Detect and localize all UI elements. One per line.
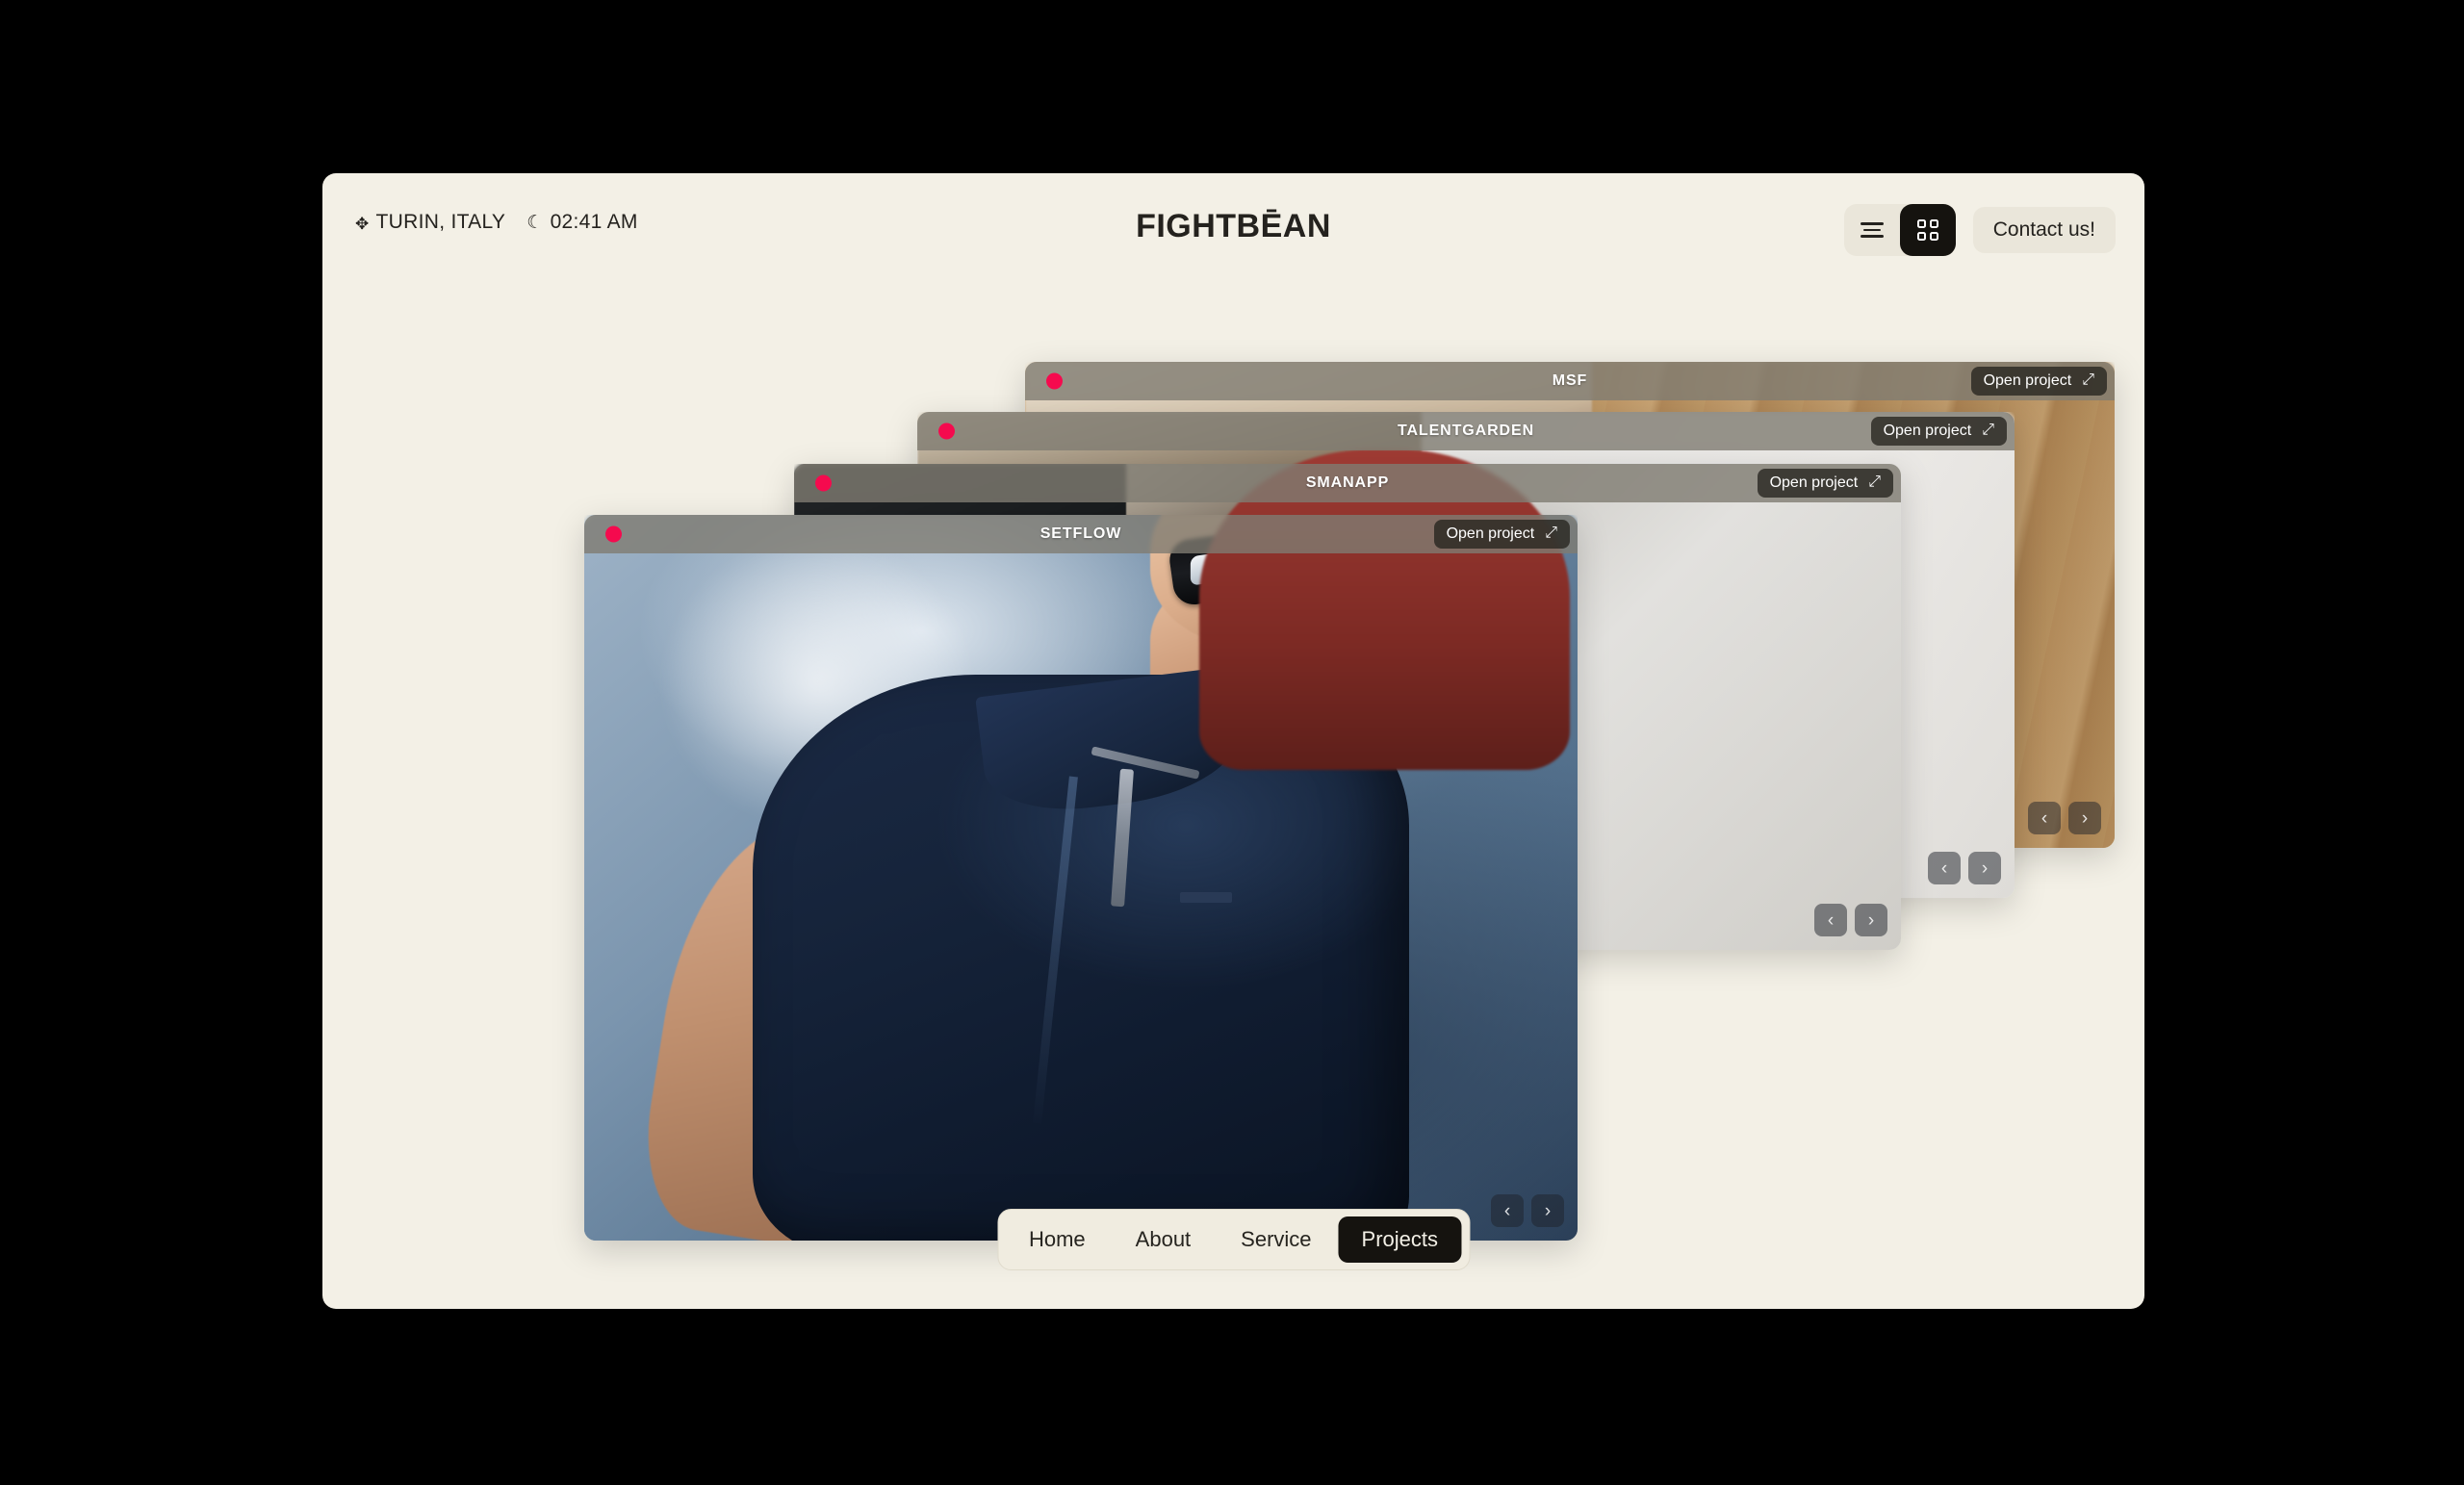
card-titlebar: MSF Open project ⤢ [1025, 362, 2115, 400]
card-titlebar: TALENTGARDEN Open project ⤢ [917, 412, 2015, 450]
card-carousel-controls: ‹ › [1814, 904, 1887, 936]
open-project-label: Open project [1983, 372, 2072, 389]
project-title: MSF [1552, 372, 1588, 389]
expand-arrow-icon: ⤢ [1868, 474, 1881, 490]
card-carousel-controls: ‹ › [2028, 802, 2101, 834]
nav-item-projects[interactable]: Projects [1338, 1216, 1462, 1263]
card-titlebar: SETFLOW Open project ⤢ [584, 515, 1578, 553]
open-project-button[interactable]: Open project ⤢ [1970, 367, 2107, 396]
project-title: SETFLOW [1040, 525, 1122, 542]
status-dot [938, 422, 955, 440]
open-project-button[interactable]: Open project ⤢ [1433, 520, 1570, 549]
status-dot [605, 525, 622, 543]
project-title: TALENTGARDEN [1397, 422, 1535, 439]
open-project-label: Open project [1446, 525, 1535, 542]
card-carousel-controls: ‹ › [1491, 1194, 1564, 1227]
carousel-prev-button[interactable]: ‹ [2028, 802, 2061, 834]
nav-item-home[interactable]: Home [1006, 1216, 1109, 1263]
project-title: SMANAPP [1305, 474, 1390, 491]
open-project-button[interactable]: Open project ⤢ [1870, 417, 2007, 446]
carousel-next-button[interactable]: › [1855, 904, 1887, 936]
carousel-prev-button[interactable]: ‹ [1928, 852, 1961, 884]
status-dot [1046, 372, 1063, 390]
shirt-brand-tag [1180, 892, 1232, 903]
project-card-deck: MSF Open project ⤢ ‹ › TALENTGARDEN Open… [322, 173, 2144, 1309]
carousel-next-button[interactable]: › [2068, 802, 2101, 834]
screen: ✥ TURIN, ITALY ☾ 02:41 AM FIGHTBĒAN Cont… [0, 0, 2464, 1485]
carousel-prev-button[interactable]: ‹ [1814, 904, 1847, 936]
carousel-next-button[interactable]: › [1531, 1194, 1564, 1227]
expand-arrow-icon: ⤢ [2082, 371, 2094, 388]
nav-item-about[interactable]: About [1113, 1216, 1215, 1263]
expand-arrow-icon: ⤢ [1545, 525, 1557, 541]
status-dot [815, 474, 832, 492]
carousel-prev-button[interactable]: ‹ [1491, 1194, 1524, 1227]
site-viewport: ✥ TURIN, ITALY ☾ 02:41 AM FIGHTBĒAN Cont… [322, 173, 2144, 1309]
nav-item-service[interactable]: Service [1218, 1216, 1334, 1263]
expand-arrow-icon: ⤢ [1982, 422, 1994, 438]
carousel-next-button[interactable]: › [1968, 852, 2001, 884]
open-project-label: Open project [1769, 474, 1859, 491]
bottom-navigation: Home About Service Projects [996, 1209, 1471, 1270]
card-carousel-controls: ‹ › [1928, 852, 2001, 884]
card-titlebar: SMANAPP Open project ⤢ [794, 464, 1901, 502]
open-project-button[interactable]: Open project ⤢ [1757, 469, 1893, 498]
open-project-label: Open project [1883, 422, 1972, 439]
